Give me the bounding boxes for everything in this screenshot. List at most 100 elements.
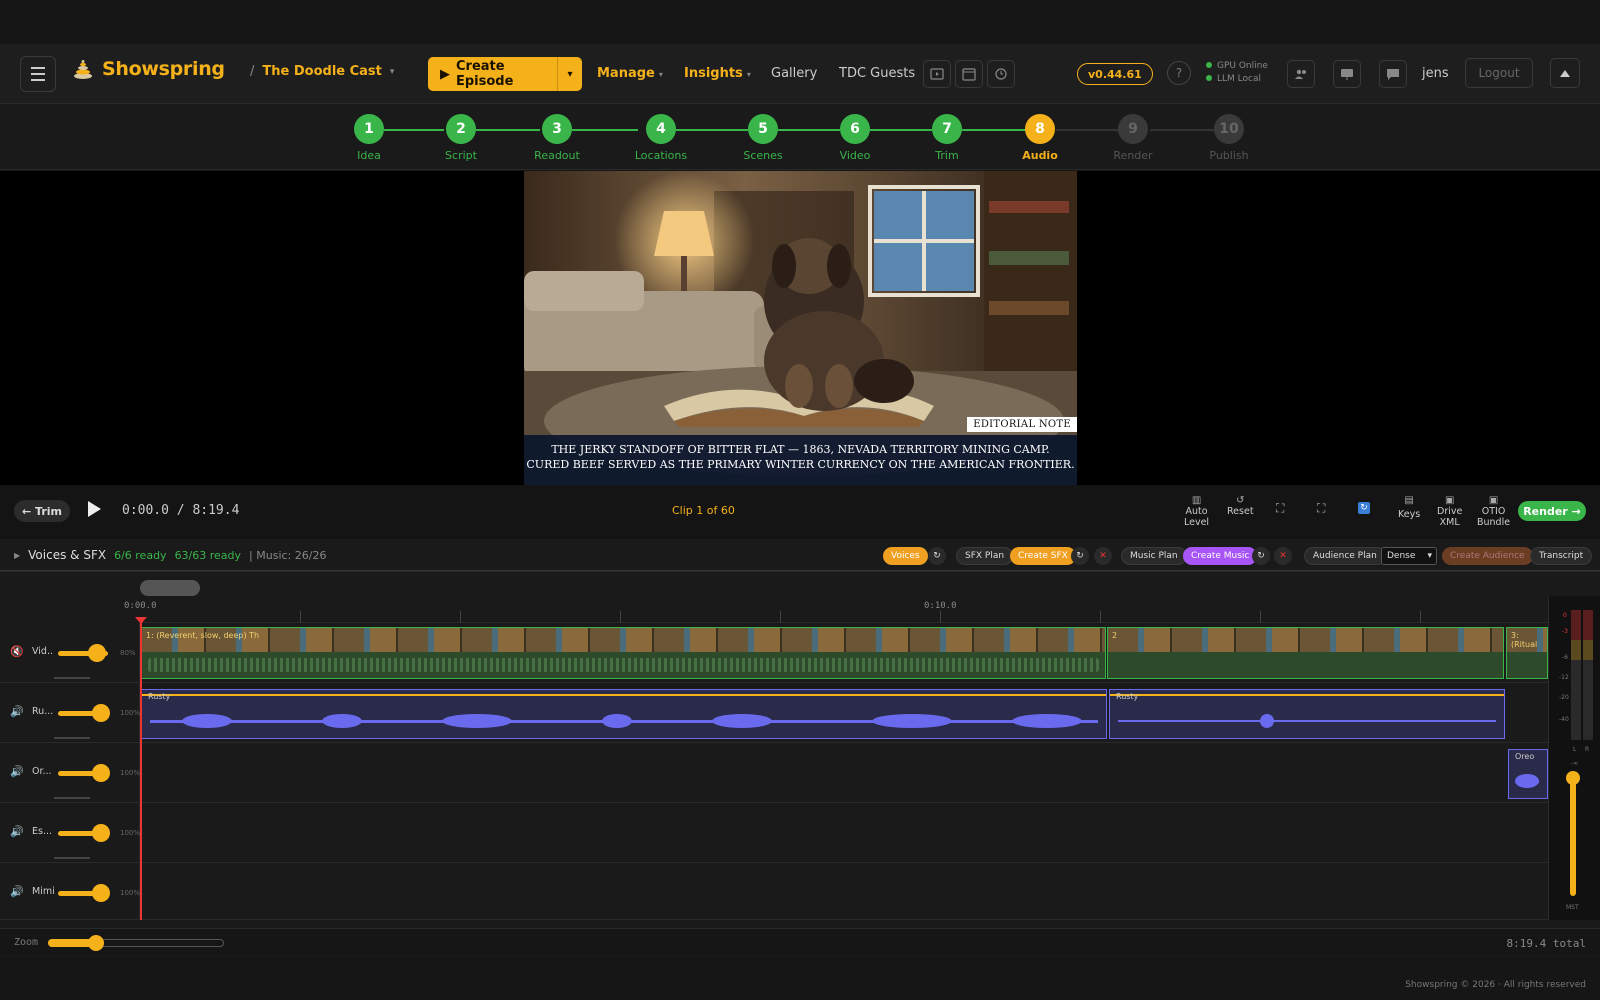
nav-gallery[interactable]: Gallery xyxy=(771,66,817,81)
step-trim[interactable]: 7 Trim xyxy=(917,114,977,162)
playhead-handle[interactable] xyxy=(135,617,147,624)
step-publish[interactable]: 10 Publish xyxy=(1199,114,1259,162)
fullscreen-icon[interactable]: ⛶ xyxy=(1276,502,1284,514)
voice-track-espresso xyxy=(140,803,1548,863)
collapse-up-icon[interactable] xyxy=(1550,58,1580,88)
refresh-icon[interactable]: ↻ xyxy=(1252,547,1270,565)
timeline-scrollbar[interactable] xyxy=(140,580,200,596)
menu-icon[interactable] xyxy=(20,56,56,92)
show-selector[interactable]: The Doodle Cast xyxy=(262,64,382,79)
playhead[interactable] xyxy=(140,622,142,920)
volume-knob[interactable] xyxy=(92,884,110,902)
sfx-plan-button[interactable]: SFX Plan xyxy=(956,547,1014,565)
zoom-knob[interactable] xyxy=(88,935,104,951)
reset-button[interactable]: ↺ Reset xyxy=(1227,495,1254,517)
zoom-bar: Zoom 8:19.4 total xyxy=(0,928,1600,956)
create-sfx-button[interactable]: Create SFX xyxy=(1010,547,1076,565)
help-icon[interactable]: ? xyxy=(1167,61,1191,85)
filmstrip xyxy=(142,628,1105,652)
drive-icon: ▣ xyxy=(1444,495,1455,506)
keys-button[interactable]: ▤ Keys xyxy=(1398,495,1420,520)
logo[interactable]: Showspring xyxy=(72,58,225,80)
music-plan-button[interactable]: Music Plan xyxy=(1121,547,1187,565)
step-readout[interactable]: 3 Readout xyxy=(527,114,587,162)
stack-logo-icon xyxy=(74,60,92,79)
audio-clip[interactable]: Rusty xyxy=(141,689,1107,739)
chat-icon[interactable] xyxy=(1379,60,1407,88)
step-locations[interactable]: 4 Locations xyxy=(631,114,691,162)
online-dot-icon xyxy=(1206,75,1212,81)
density-select[interactable]: Dense ▾ xyxy=(1381,547,1437,565)
logout-button[interactable]: Logout xyxy=(1465,58,1533,88)
refresh-sync-icon[interactable]: ↻ xyxy=(1358,502,1370,514)
back-to-trim-button[interactable]: ← Trim xyxy=(14,500,70,522)
expand-arrow-icon[interactable]: ▶ xyxy=(14,551,20,560)
user-name[interactable]: jens xyxy=(1422,66,1449,81)
online-dot-icon xyxy=(1206,62,1212,68)
render-button[interactable]: Render → xyxy=(1518,501,1586,521)
step-idea[interactable]: 1 Idea xyxy=(339,114,399,162)
preview-frame[interactable]: EDITORIAL NOTE THE JERKY STANDOFF OF BIT… xyxy=(524,171,1077,485)
nav-tdc-guests[interactable]: TDC Guests xyxy=(839,66,915,81)
nav-insights[interactable]: Insights ▾ xyxy=(684,66,751,81)
track-header-mimi: 🔊 Mimi 100% xyxy=(0,863,140,920)
audio-waveform xyxy=(1118,720,1496,722)
time-ruler[interactable]: 0:00.0 0:10.0 xyxy=(124,601,1548,623)
transcript-button[interactable]: Transcript xyxy=(1530,547,1593,565)
volume-knob[interactable] xyxy=(92,824,110,842)
chevron-down-icon: ▾ xyxy=(746,70,751,79)
chevron-down-icon: ▾ xyxy=(658,70,663,79)
create-episode-dropdown[interactable]: ▾ xyxy=(558,69,582,80)
caption-text: THE JERKY STANDOFF OF BITTER FLAT — 1863… xyxy=(524,435,1077,485)
speaker-icon[interactable]: 🔊 xyxy=(10,705,24,718)
calendar-icon[interactable] xyxy=(955,60,983,88)
video-clip[interactable]: 2 xyxy=(1107,627,1504,679)
step-scenes[interactable]: 5 Scenes xyxy=(733,114,793,162)
speaker-icon[interactable]: 🔊 xyxy=(10,765,24,778)
reset-icon: ↺ xyxy=(1236,495,1245,506)
master-fader[interactable] xyxy=(1570,774,1576,896)
otio-bundle-button[interactable]: ▣ OTIO Bundle xyxy=(1477,495,1510,528)
clip-counter: Clip 1 of 60 xyxy=(672,504,735,517)
chevron-down-icon[interactable]: ▾ xyxy=(390,67,395,77)
filmstrip xyxy=(1108,628,1503,652)
system-status: GPU Online LLM Local xyxy=(1206,60,1268,86)
workflow-stepper: 1 Idea 2 Script 3 Readout 4 Locations 5 Scene… xyxy=(0,104,1600,170)
voices-sfx-title[interactable]: Voices & SFX xyxy=(28,548,106,562)
audio-clip[interactable]: Oreo xyxy=(1508,749,1548,799)
voices-button[interactable]: Voices xyxy=(883,547,928,565)
video-clip[interactable]: 3: (Ritual xyxy=(1506,627,1548,679)
refresh-icon[interactable]: ↻ xyxy=(928,547,946,565)
fit-screen-icon[interactable]: ⛶ xyxy=(1317,502,1325,514)
version-badge: v0.44.61 xyxy=(1077,63,1153,85)
screen-icon[interactable] xyxy=(923,60,951,88)
close-icon[interactable]: ✕ xyxy=(1094,547,1112,565)
drive-xml-button[interactable]: ▣ Drive XML xyxy=(1437,495,1462,528)
nav-manage[interactable]: Manage ▾ xyxy=(597,66,663,81)
volume-knob[interactable] xyxy=(88,644,106,662)
refresh-icon[interactable]: ↻ xyxy=(1071,547,1089,565)
video-clip[interactable]: 1: (Reverent, slow, deep) Th xyxy=(141,627,1106,679)
audience-plan-button[interactable]: Audience Plan xyxy=(1304,547,1386,565)
create-music-button[interactable]: Create Music xyxy=(1183,547,1258,565)
presentation-icon[interactable] xyxy=(1333,60,1361,88)
step-script[interactable]: 2 Script xyxy=(431,114,491,162)
step-render[interactable]: 9 Render xyxy=(1103,114,1163,162)
close-icon[interactable]: ✕ xyxy=(1274,547,1292,565)
clock-icon[interactable] xyxy=(987,60,1015,88)
caption-tag: EDITORIAL NOTE xyxy=(967,417,1077,432)
volume-knob[interactable] xyxy=(92,764,110,782)
create-audience-button[interactable]: Create Audience xyxy=(1442,547,1533,565)
volume-knob[interactable] xyxy=(92,704,110,722)
step-audio[interactable]: 8 Audio xyxy=(1010,114,1070,162)
play-icon[interactable] xyxy=(88,501,101,517)
audio-clip[interactable]: Rusty xyxy=(1109,689,1505,739)
create-episode-button[interactable]: ▶ Create Episode ▾ xyxy=(428,57,582,91)
speaker-muted-icon[interactable]: 🔇 xyxy=(10,645,24,658)
auto-level-button[interactable]: ▥ Auto Level xyxy=(1184,495,1209,528)
users-icon[interactable] xyxy=(1287,60,1315,88)
step-video[interactable]: 6 Video xyxy=(825,114,885,162)
master-fader-knob[interactable] xyxy=(1566,771,1580,785)
speaker-icon[interactable]: 🔊 xyxy=(10,825,24,838)
speaker-icon[interactable]: 🔊 xyxy=(10,885,24,898)
